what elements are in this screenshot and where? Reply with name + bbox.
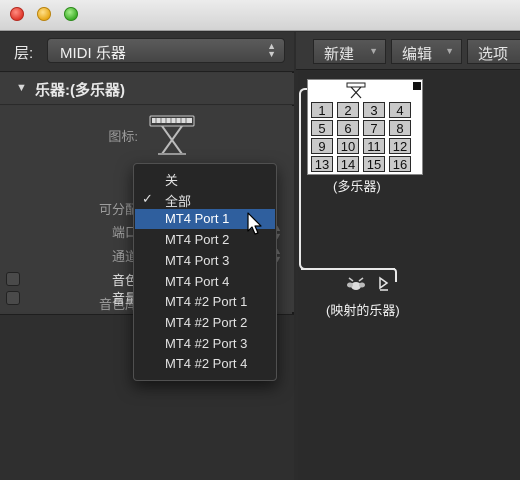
multi-instrument-object[interactable]: 1 2 3 4 5 6 7 8 9 10 11 12 13 14 15 16 [307, 79, 423, 175]
mouse-pointer-icon [247, 212, 262, 235]
port-menu-item[interactable]: MT4 Port 4 [135, 272, 275, 292]
port-menu-item-label: MT4 #2 Port 3 [165, 335, 248, 351]
channel-cell[interactable]: 7 [363, 120, 385, 136]
channel-cell[interactable]: 9 [311, 138, 333, 154]
port-menu-item-label: MT4 Port 3 [165, 252, 230, 268]
channel-cell[interactable]: 11 [363, 138, 385, 154]
port-menu-item-label: MT4 #2 Port 1 [165, 294, 248, 310]
multi-instrument-label: (多乐器) [333, 176, 381, 195]
channel-cell[interactable]: 1 [311, 102, 333, 118]
edit-dropdown-icon: ▼ [445, 46, 454, 56]
disclosure-triangle-icon[interactable]: ▼ [16, 82, 27, 94]
options-menu-button[interactable]: 选项 [467, 39, 520, 64]
assignable-label: 可分配 [98, 202, 138, 217]
keyboard-icon [346, 82, 366, 99]
cable-connection-horizontal [301, 268, 395, 270]
updown-arrows-icon: ▲ ▼ [267, 41, 276, 59]
title-bar [0, 0, 520, 31]
zoom-window-button[interactable] [64, 7, 78, 21]
channel-cell[interactable]: 16 [389, 156, 411, 172]
drum-kit-icon[interactable] [346, 276, 366, 292]
channel-cell[interactable]: 4 [389, 102, 411, 118]
outlet-icon[interactable] [378, 276, 390, 292]
cable-connection-end [393, 268, 397, 282]
edit-menu-label: 编辑 [402, 46, 433, 63]
port-menu-item-label: MT4 Port 1 [165, 211, 230, 227]
channel-cell[interactable]: 15 [363, 156, 385, 172]
channel-cell[interactable]: 14 [337, 156, 359, 172]
instrument-section-header[interactable]: ▼ 乐器:(多乐器) [0, 73, 294, 105]
channel-cell[interactable]: 13 [311, 156, 333, 172]
port-menu-item[interactable]: MT4 #2 Port 2 [135, 313, 275, 333]
port-menu-item-label: MT4 Port 4 [165, 273, 230, 289]
layer-select[interactable]: MIDI 乐器 ▲ ▼ [47, 38, 285, 63]
keyboard-instrument-icon[interactable] [148, 114, 198, 158]
port-menu-item-label: 全部 [165, 193, 192, 209]
port-menu-item[interactable]: MT4 Port 3 [135, 251, 275, 271]
layer-row: 层: MIDI 乐器 ▲ ▼ [0, 32, 294, 72]
port-menu-item-label: MT4 #2 Port 2 [165, 314, 248, 330]
environment-toolbar: 新建 ▼ 编辑 ▼ 选项 [296, 32, 520, 70]
port-menu-item-label: MT4 Port 2 [165, 232, 230, 248]
port-popup-menu: 关 ✓ 全部 MT4 Port 1 MT4 Port 2 MT4 Port 3 MT4 Po… [133, 163, 277, 381]
channel-label: 通道 [111, 249, 138, 264]
new-dropdown-icon: ▼ [369, 46, 378, 56]
port-menu-item-label: MT4 #2 Port 4 [165, 356, 248, 372]
channel-cell[interactable]: 5 [311, 120, 333, 136]
port-menu-item[interactable]: MT4 #2 Port 3 [135, 334, 275, 354]
icon-label: 图标: [108, 129, 138, 144]
multi-instrument-outlet[interactable] [413, 82, 421, 90]
port-menu-item-label: 关 [165, 173, 179, 188]
port-menu-item[interactable]: ✓ 全部 [135, 189, 275, 209]
new-menu-label: 新建 [324, 46, 355, 63]
port-menu-item[interactable]: MT4 #2 Port 4 [135, 354, 275, 374]
layer-label: 层: [14, 45, 34, 62]
port-menu-item[interactable]: 关 [135, 168, 275, 188]
edit-menu-button[interactable]: 编辑 ▼ [391, 39, 462, 64]
checkmark-icon: ✓ [142, 190, 153, 206]
new-menu-button[interactable]: 新建 ▼ [313, 39, 386, 64]
sound-label: 音色 [111, 273, 138, 288]
options-menu-label: 选项 [478, 46, 509, 63]
port-menu-item[interactable]: MT4 #2 Port 1 [135, 292, 275, 312]
volume-label: 音量 [111, 291, 138, 306]
channel-cell[interactable]: 2 [337, 102, 359, 118]
close-window-button[interactable] [10, 7, 24, 21]
minimize-window-button[interactable] [37, 7, 51, 21]
channel-cell[interactable]: 8 [389, 120, 411, 136]
channel-cell[interactable]: 12 [389, 138, 411, 154]
mapped-instrument-label: (映射的乐器) [326, 303, 400, 318]
section-title: 乐器:(多乐器) [35, 82, 125, 99]
channel-cell[interactable]: 3 [363, 102, 385, 118]
channel-cell[interactable]: 6 [337, 120, 359, 136]
port-label: 端口 [111, 225, 138, 240]
channel-cell[interactable]: 10 [337, 138, 359, 154]
layer-select-value: MIDI 乐器 [60, 45, 126, 62]
